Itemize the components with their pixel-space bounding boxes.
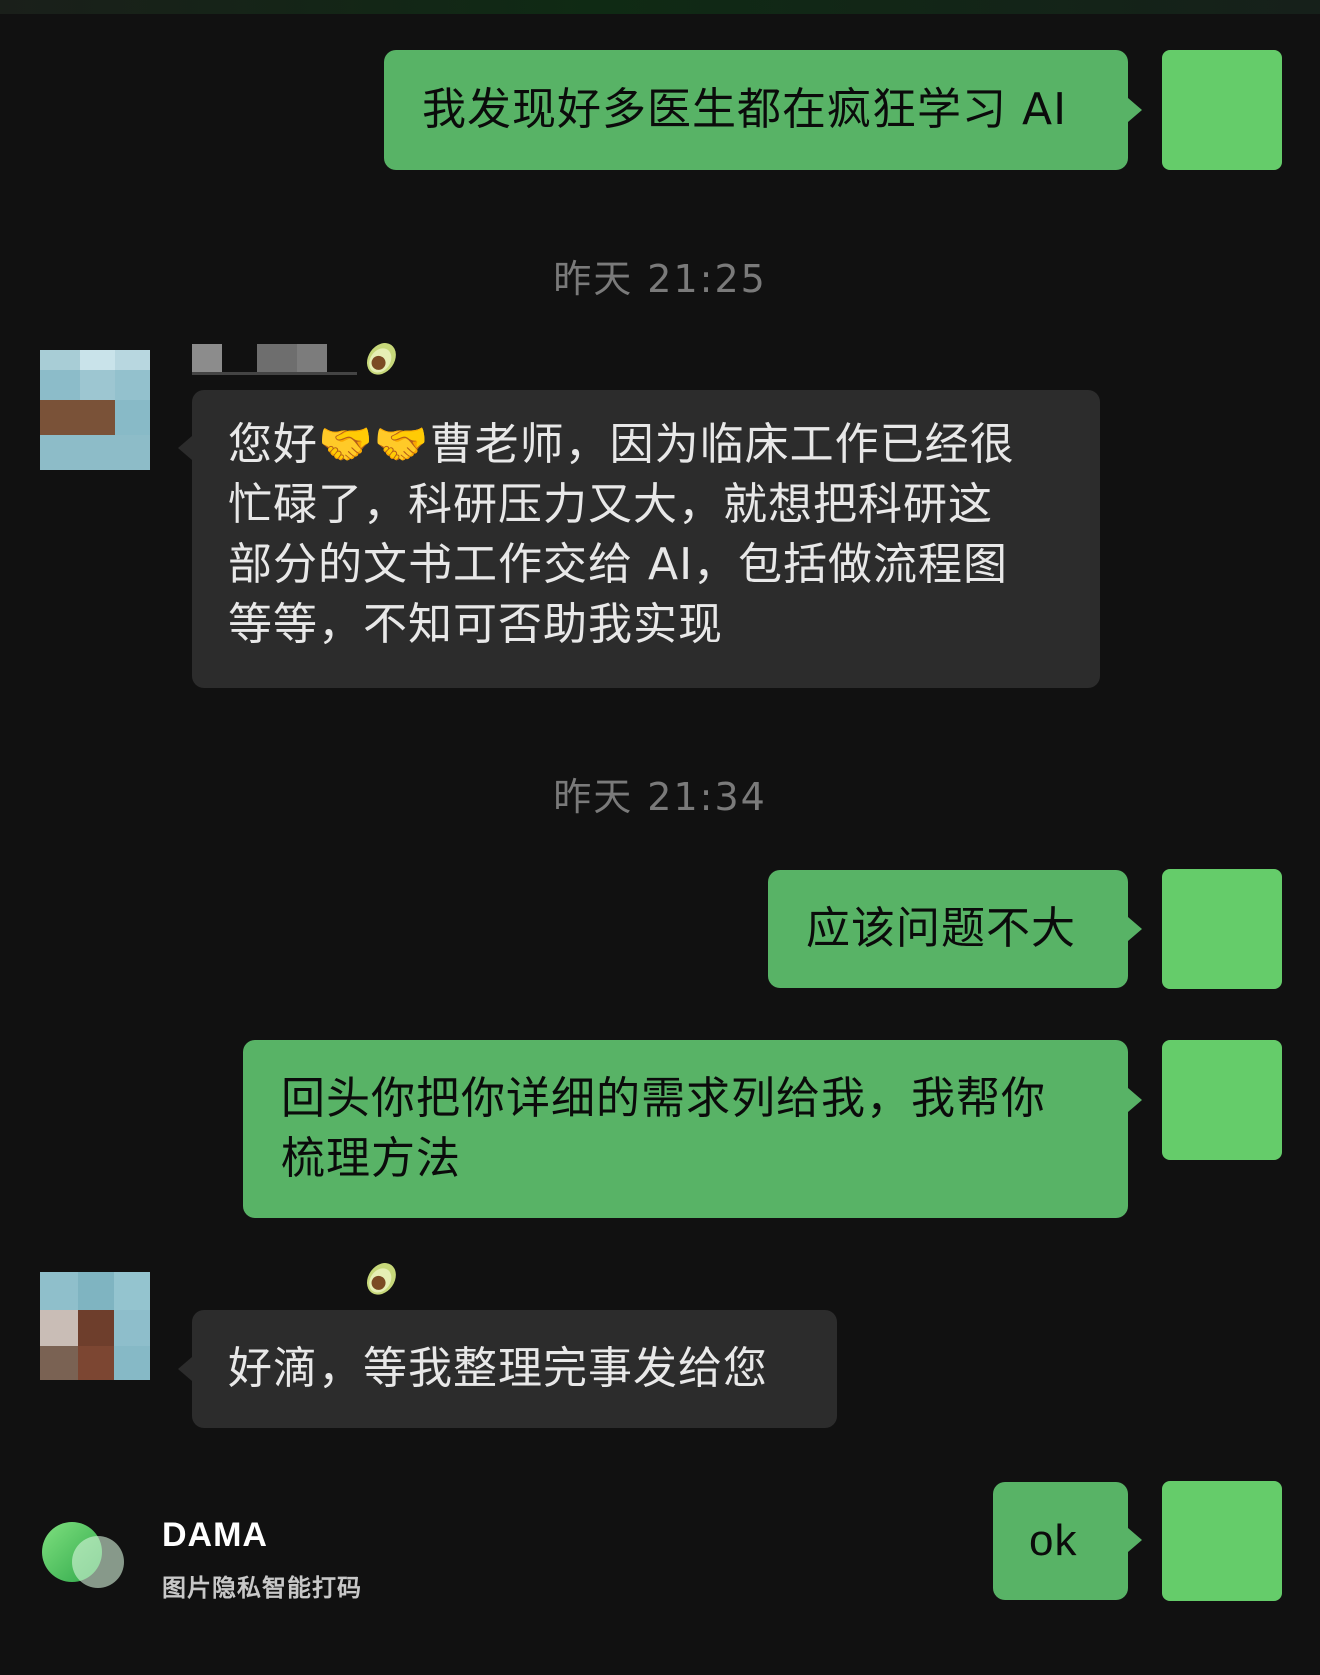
avocado-icon (366, 343, 396, 375)
message-line: 梳理方法 (281, 1133, 461, 1184)
watermark-subtitle: 图片隐私智能打码 (162, 1574, 362, 1602)
message-timestamp: 昨天 21:34 (553, 775, 767, 819)
self-avatar[interactable] (1162, 1040, 1282, 1160)
top-edge-bar (0, 0, 1320, 14)
bubble-tail (178, 1357, 192, 1381)
bubble-tail (1128, 1088, 1142, 1112)
message-text: 应该问题不大 (806, 903, 1076, 954)
message-line: 等等，不知可否助我实现 (228, 599, 723, 650)
message-text: 我发现好多医生都在疯狂学习 AI (422, 84, 1068, 135)
contact-name-redacted (192, 344, 357, 375)
message-timestamp: 昨天 21:25 (553, 257, 767, 301)
message-line: 部分的文书工作交给 AI，包括做流程图 (228, 539, 1009, 590)
message-text: ok (1029, 1516, 1078, 1565)
outgoing-message-bubble[interactable]: 应该问题不大 (768, 870, 1128, 988)
incoming-message-bubble[interactable]: 好滴，等我整理完事发给您 (192, 1310, 837, 1428)
incoming-message-bubble[interactable]: 您好🤝🤝曹老师，因为临床工作已经很 忙碌了，科研压力又大，就想把科研这 部分的文… (192, 390, 1100, 688)
outgoing-message-bubble[interactable]: ok (993, 1482, 1128, 1600)
bubble-tail (1128, 1528, 1142, 1552)
watermark-title: DAMA (162, 1516, 268, 1554)
outgoing-message-bubble[interactable]: 回头你把你详细的需求列给我，我帮你 梳理方法 (243, 1040, 1128, 1218)
bubble-tail (1128, 98, 1142, 122)
self-avatar[interactable] (1162, 1481, 1282, 1601)
avocado-icon (366, 1263, 396, 1295)
bubble-tail (178, 436, 192, 460)
self-avatar[interactable] (1162, 869, 1282, 989)
self-avatar[interactable] (1162, 50, 1282, 170)
message-line: 您好🤝🤝曹老师，因为临床工作已经很 (228, 419, 1015, 470)
message-line: 回头你把你详细的需求列给我，我帮你 (281, 1073, 1046, 1124)
contact-avatar[interactable] (40, 350, 150, 470)
message-text: 好滴，等我整理完事发给您 (228, 1343, 768, 1394)
dama-logo-icon (42, 1522, 124, 1588)
outgoing-message-bubble[interactable]: 我发现好多医生都在疯狂学习 AI (384, 50, 1128, 170)
message-line: 忙碌了，科研压力又大，就想把科研这 (228, 479, 993, 530)
bubble-tail (1128, 917, 1142, 941)
contact-avatar[interactable] (40, 1272, 150, 1380)
